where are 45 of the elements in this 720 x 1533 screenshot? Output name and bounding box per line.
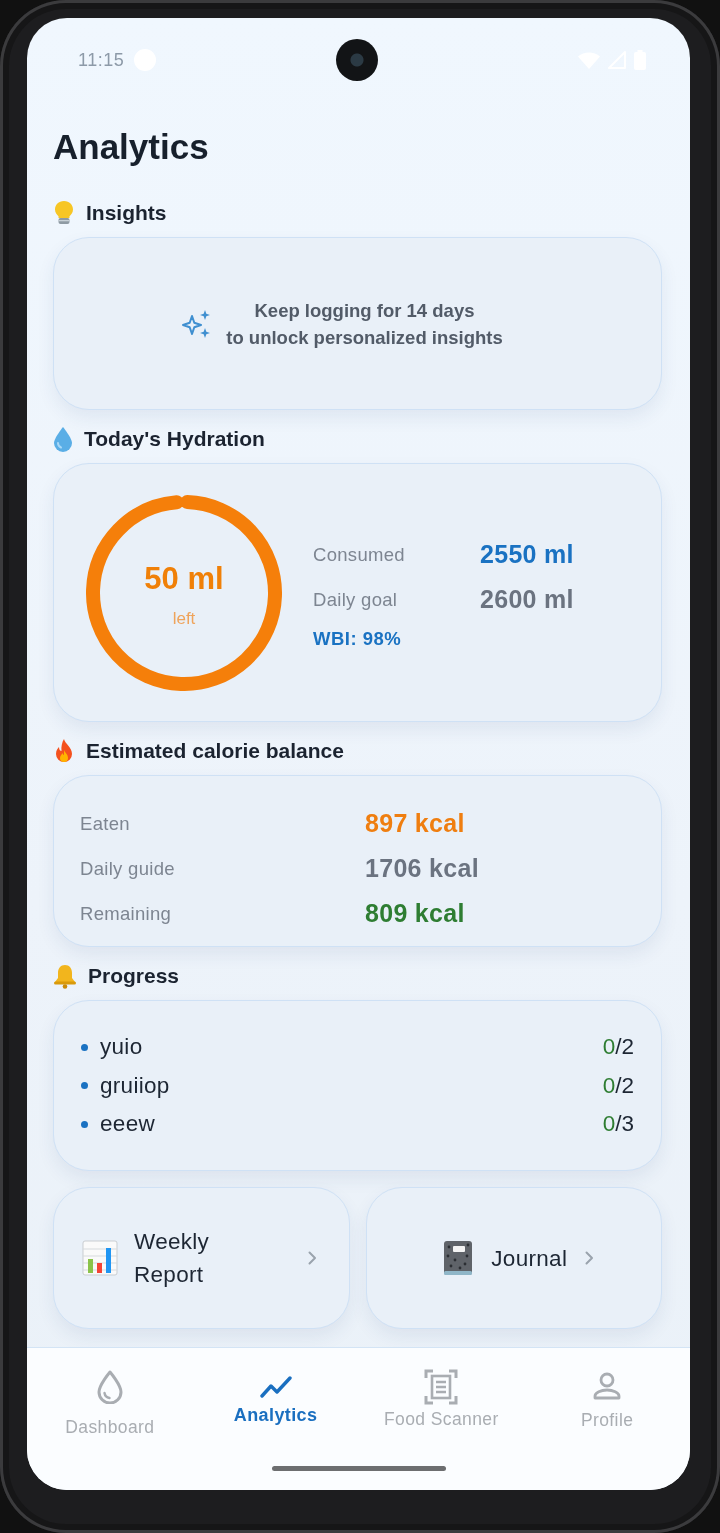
chevron-right-icon: [307, 1251, 317, 1265]
water-drop-icon: [95, 1370, 124, 1404]
section-heading: Today's Hydration: [84, 426, 265, 452]
stat-value: 2600 ml: [480, 585, 574, 614]
chevron-right-icon: [585, 1251, 595, 1265]
journal-button[interactable]: Journal: [365, 1187, 662, 1329]
remaining-caption: left: [172, 608, 196, 629]
bullet-dot-icon: [81, 1120, 88, 1128]
progress-item-name: eeew: [100, 1111, 155, 1138]
progress-item-name: gruiiop: [100, 1072, 170, 1099]
calorie-value: 809 kcal: [365, 899, 466, 928]
calorie-label: Remaining: [80, 902, 173, 925]
progress-count: 0/2: [602, 1072, 634, 1099]
section-heading: Estimated calorie balance: [86, 738, 344, 764]
section-heading: Insights: [86, 200, 167, 226]
progress-item-name: yuio: [100, 1034, 143, 1061]
lightbulb-icon: [53, 200, 75, 226]
person-icon: [593, 1372, 622, 1400]
progress-count: 0/2: [602, 1034, 634, 1061]
remaining-amount: 50 ml: [144, 560, 224, 597]
nav-tab[interactable]: Analytics: [192, 1348, 359, 1466]
status-time: 11:15: [78, 49, 125, 71]
document-scan-icon: [424, 1369, 459, 1405]
bell-icon: [53, 963, 77, 989]
trend-line-icon: [259, 1376, 292, 1398]
section-heading: Progress: [88, 963, 180, 989]
bar-chart-icon: [82, 1240, 118, 1276]
water-drop-icon: [53, 426, 73, 452]
notebook-icon: [443, 1240, 474, 1276]
progress-count: 0/3: [602, 1111, 634, 1138]
calorie-label: Eaten: [80, 812, 131, 835]
insights-message: Keep logging for 14 days to unlock personalized insights: [226, 298, 503, 350]
stat-label: Consumed: [313, 543, 406, 566]
weekly-report-button[interactable]: Weekly Report: [53, 1187, 350, 1329]
bullet-dot-icon: [81, 1082, 88, 1090]
stat-label: Daily goal: [313, 588, 399, 611]
bullet-dot-icon: [81, 1043, 88, 1051]
stat-value: 2550 ml: [480, 540, 574, 569]
page-title: Analytics: [53, 126, 210, 168]
flame-icon: [53, 738, 75, 764]
calorie-label: Daily guide: [80, 857, 176, 880]
front-camera: [336, 39, 378, 81]
wbi-value: WBI: 98%: [313, 628, 402, 650]
calorie-value: 1706 kcal: [365, 854, 480, 883]
calorie-value: 897 kcal: [365, 809, 466, 838]
